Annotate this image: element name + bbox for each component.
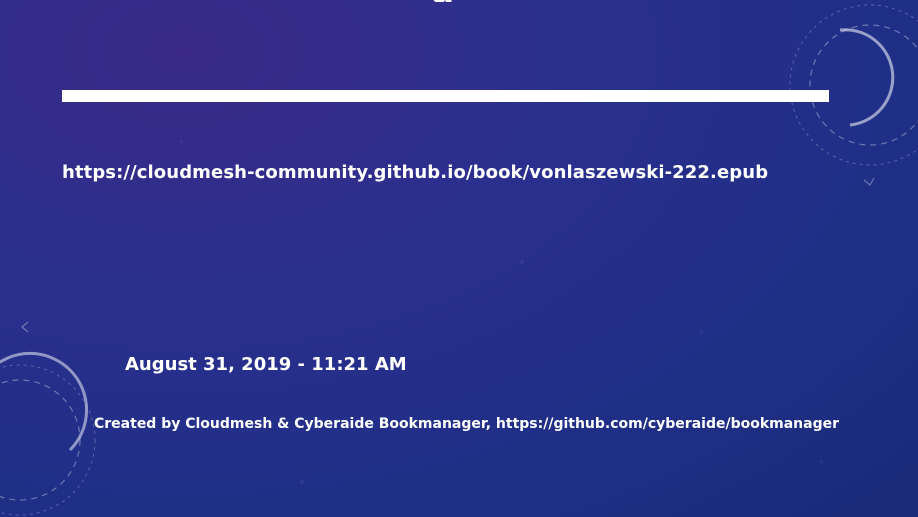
background-sparkle (300, 480, 304, 484)
background-sparkle (180, 140, 183, 143)
book-url: https://cloudmesh-community.github.io/bo… (62, 162, 769, 183)
background-sparkle (700, 330, 703, 333)
circular-arrows-decoration-icon (0, 321, 96, 516)
footer-credit: Created by Cloudmesh & Cyberaide Bookman… (94, 416, 840, 432)
slide: g https://cloudmesh-community.github.io/… (0, 0, 918, 517)
title-fragment: g (430, 0, 490, 2)
title-divider (62, 90, 829, 102)
background-sparkle (820, 460, 823, 463)
background-sparkle (520, 260, 524, 264)
circular-arrows-decoration-icon (789, 4, 918, 186)
slide-date: August 31, 2019 - 11:21 AM (125, 354, 407, 375)
